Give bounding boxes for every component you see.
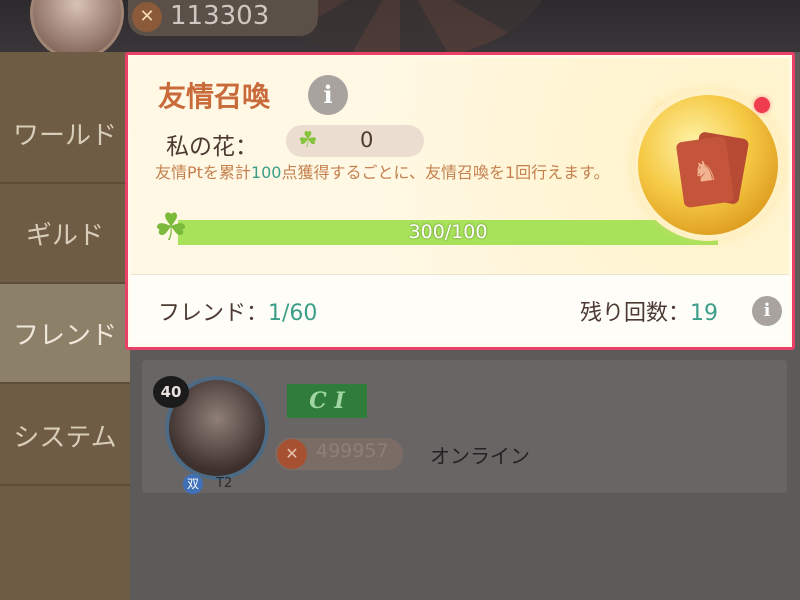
friends-label: フレンド： xyxy=(158,301,269,326)
clover-icon: ☘ xyxy=(154,205,189,249)
friendship-progress-bar: 300/100 xyxy=(178,220,718,245)
panel-title: 友情召喚 xyxy=(158,80,271,113)
player-power-value: 113303 xyxy=(170,1,270,31)
friends-value: 1/60 xyxy=(268,301,318,326)
sidebar-item-friend[interactable]: フレンド xyxy=(0,284,130,384)
sidebar-item-world[interactable]: ワールド xyxy=(0,84,130,184)
summon-card-icon: ♞ xyxy=(675,135,735,209)
remaining-count: 残り回数：19 xyxy=(580,295,718,327)
friend-level-badge: 40 xyxy=(153,376,189,408)
flower-count: 0 xyxy=(360,128,374,152)
sidebar-item-label: システム xyxy=(13,422,117,453)
info-icon[interactable]: i xyxy=(752,296,782,326)
progress-text: 300/100 xyxy=(408,221,488,243)
friend-class-tag: C I xyxy=(287,384,367,418)
clover-icon: ☘ xyxy=(298,128,318,153)
sidebar-item-guild[interactable]: ギルド xyxy=(0,184,130,284)
swords-icon: ✕ xyxy=(277,439,307,469)
friend-rank-text: T2 xyxy=(216,476,233,491)
friendship-summon-panel: 友情召喚 i 私の花： ☘ 0 友情Ptを累計100点獲得するごとに、友情召喚を… xyxy=(125,52,795,350)
friend-power-value: 499957 xyxy=(316,440,389,462)
desc-number: 100 xyxy=(250,163,282,182)
sidebar-item-label: ギルド xyxy=(25,220,104,251)
remaining-label: 残り回数： xyxy=(580,301,691,326)
friend-rank-badge: 双 xyxy=(183,474,203,494)
flower-label: 私の花： xyxy=(166,134,258,160)
friend-status: オンライン xyxy=(430,444,530,468)
summon-description: 友情Ptを累計100点獲得するごとに、友情召喚を1回行えます。 xyxy=(155,161,625,185)
notification-dot xyxy=(754,97,770,113)
sidebar-item-system[interactable]: システム xyxy=(0,386,130,486)
sidebar-item-label: ワールド xyxy=(12,120,117,151)
info-icon[interactable]: i xyxy=(308,75,348,115)
sidebar-item-label: フレンド xyxy=(12,320,117,351)
swords-icon: ✕ xyxy=(132,2,162,32)
desc-text-after: 点獲得するごとに、友情召喚を1回行えます。 xyxy=(281,163,610,182)
friends-count: フレンド：1/60 xyxy=(158,295,317,327)
desc-text-before: 友情Ptを累計 xyxy=(155,163,251,182)
remaining-value: 19 xyxy=(690,301,719,326)
